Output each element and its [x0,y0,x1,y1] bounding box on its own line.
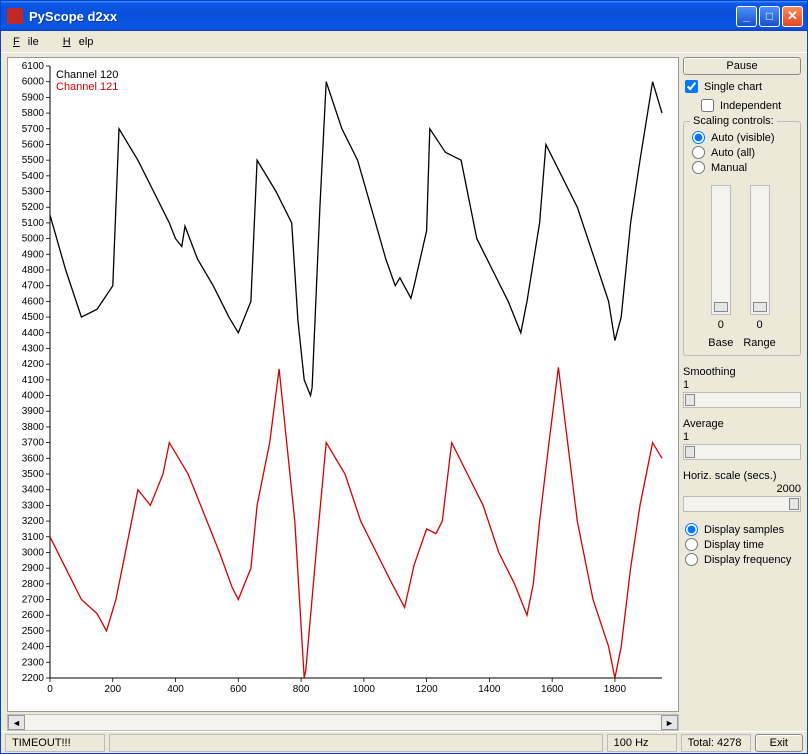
svg-text:3900: 3900 [22,406,45,417]
menu-file[interactable]: File [5,34,55,50]
svg-text:400: 400 [167,684,184,695]
single-chart-checkbox[interactable]: Single chart [683,79,801,94]
menu-help[interactable]: Help [55,34,110,50]
svg-text:4700: 4700 [22,281,45,292]
exit-button[interactable]: Exit [755,734,803,752]
range-slider[interactable]: 0 Range [743,185,775,349]
svg-text:1400: 1400 [478,684,501,695]
svg-text:1000: 1000 [353,684,376,695]
svg-text:4400: 4400 [22,328,45,339]
svg-text:3500: 3500 [22,469,45,480]
status-spacer [109,734,603,752]
svg-text:1800: 1800 [604,684,627,695]
svg-text:2900: 2900 [22,563,45,574]
horiz-scale-slider[interactable] [683,496,801,512]
average-control: Average 1 [683,418,801,460]
range-slider-thumb[interactable] [753,302,767,312]
menubar: File Help [1,31,807,53]
svg-text:3800: 3800 [22,422,45,433]
svg-text:5400: 5400 [22,171,45,182]
svg-text:5700: 5700 [22,124,45,135]
pause-button[interactable]: Pause [683,57,801,75]
svg-text:4000: 4000 [22,391,45,402]
svg-text:200: 200 [104,684,121,695]
scaling-auto-all-radio[interactable]: Auto (all) [690,145,794,160]
scaling-auto-visible-radio[interactable]: Auto (visible) [690,130,794,145]
svg-text:2200: 2200 [22,673,45,684]
svg-text:4100: 4100 [22,375,45,386]
svg-text:1600: 1600 [541,684,564,695]
maximize-button[interactable]: □ [759,6,780,27]
svg-text:1200: 1200 [415,684,438,695]
window-title: PyScope d2xx [29,9,736,24]
side-panel: Pause Single chart Independent Scaling c… [683,57,801,731]
svg-text:3400: 3400 [22,485,45,496]
svg-text:5100: 5100 [22,218,45,229]
chart-area[interactable]: 2200 2300 2400 2500 2600 2700 2800 2900 3000 3100… [7,57,679,712]
status-rate: 100 Hz [607,734,677,752]
independent-checkbox[interactable]: Independent [683,98,801,113]
svg-text:600: 600 [230,684,247,695]
svg-text:3700: 3700 [22,438,45,449]
svg-text:3200: 3200 [22,516,45,527]
svg-text:2800: 2800 [22,579,45,590]
svg-text:4200: 4200 [22,359,45,370]
svg-text:3300: 3300 [22,500,45,511]
status-total: Total: 4278 [681,734,751,752]
status-timeout: TIMEOUT!!! [5,734,105,752]
svg-text:2400: 2400 [22,642,45,653]
display-samples-radio[interactable]: Display samples [683,522,801,537]
scroll-right-arrow[interactable]: ► [661,715,678,730]
svg-text:5000: 5000 [22,234,45,245]
svg-text:4600: 4600 [22,296,45,307]
base-slider[interactable]: 0 Base [708,185,733,349]
display-frequency-radio[interactable]: Display frequency [683,552,801,567]
svg-text:Channel 120: Channel 120 [56,69,118,81]
average-slider[interactable] [683,444,801,460]
svg-text:5300: 5300 [22,187,45,198]
app-window: PyScope d2xx _ □ ✕ File Help 2200 2300 240… [0,0,808,754]
smoothing-slider[interactable] [683,392,801,408]
svg-text:5200: 5200 [22,202,45,213]
base-slider-thumb[interactable] [714,302,728,312]
svg-text:5500: 5500 [22,155,45,166]
smoothing-control: Smoothing 1 [683,366,801,408]
scaling-legend: Scaling controls: [690,115,777,127]
svg-text:2500: 2500 [22,626,45,637]
svg-text:3600: 3600 [22,453,45,464]
svg-text:4300: 4300 [22,343,45,354]
svg-text:3100: 3100 [22,532,45,543]
svg-text:2700: 2700 [22,595,45,606]
close-button[interactable]: ✕ [782,6,803,27]
minimize-button[interactable]: _ [736,6,757,27]
svg-text:5600: 5600 [22,139,45,150]
scroll-left-arrow[interactable]: ◄ [8,715,25,730]
svg-text:5800: 5800 [22,108,45,119]
svg-text:6000: 6000 [22,77,45,88]
titlebar[interactable]: PyScope d2xx _ □ ✕ [1,1,807,31]
scroll-track[interactable] [25,715,661,730]
svg-text:0: 0 [47,684,53,695]
svg-text:Channel 121: Channel 121 [56,81,118,93]
statusbar: TIMEOUT!!! 100 Hz Total: 4278 Exit [1,731,807,753]
svg-text:2300: 2300 [22,657,45,668]
svg-text:6100: 6100 [22,61,45,72]
svg-text:4800: 4800 [22,265,45,276]
scaling-group: Scaling controls: Auto (visible) Auto (a… [683,121,801,356]
svg-text:2600: 2600 [22,610,45,621]
svg-text:3000: 3000 [22,547,45,558]
svg-text:4900: 4900 [22,249,45,260]
svg-text:5900: 5900 [22,92,45,103]
horizontal-scrollbar[interactable]: ◄ ► [7,714,679,731]
display-time-radio[interactable]: Display time [683,537,801,552]
horiz-scale-control: Horiz. scale (secs.) 2000 [683,470,801,512]
scaling-manual-radio[interactable]: Manual [690,160,794,175]
svg-text:800: 800 [293,684,310,695]
svg-text:4500: 4500 [22,312,45,323]
app-icon [7,8,23,24]
